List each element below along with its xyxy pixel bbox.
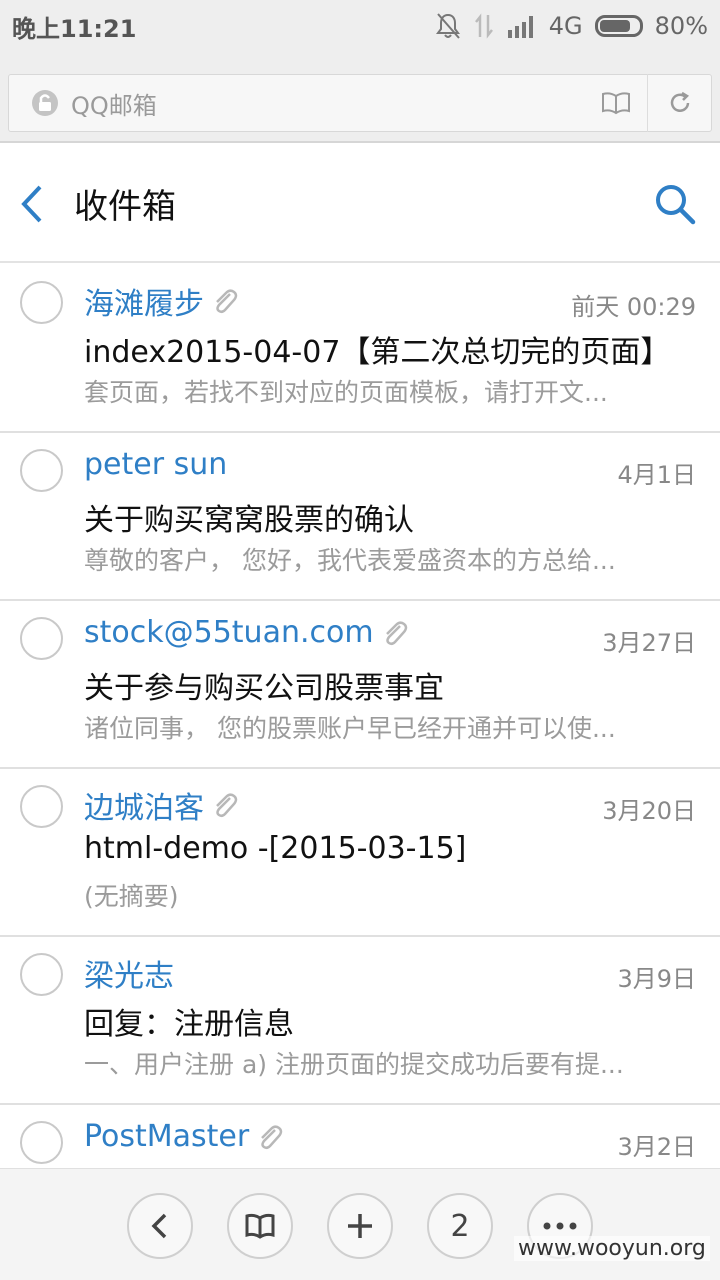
page-title: 收件箱 [74, 187, 176, 227]
status-icons: 4G 80% [435, 12, 708, 40]
mail-item[interactable]: PostMaster 3月2日 [0, 1105, 720, 1168]
status-time: 晚上11:21 [12, 14, 137, 43]
mail-summary: (无摘要) [84, 882, 179, 911]
select-checkbox[interactable] [20, 617, 63, 660]
mail-item[interactable]: 梁光志 3月9日 回复：注册信息 一、用户注册 a) 注册页面的提交成功后要有提… [0, 937, 720, 1105]
mail-item[interactable]: peter sun 4月1日 关于购买窝窝股票的确认 尊敬的客户， 您好，我代表… [0, 433, 720, 601]
battery-percent: 80% [654, 12, 708, 40]
watermark: www.wooyun.org [514, 1236, 710, 1261]
mail-sender: peter sun [84, 447, 228, 482]
back-button[interactable] [127, 1193, 193, 1259]
mail-date: 前天 00:29 [571, 293, 696, 321]
mail-summary: 尊敬的客户， 您好，我代表爱盛资本的方总给... [84, 546, 616, 575]
data-transfer-icon [474, 13, 493, 39]
mail-sender: 海滩履步 [84, 287, 204, 322]
attachment-icon [385, 620, 407, 645]
select-checkbox[interactable] [20, 953, 63, 996]
mail-summary: 套页面，若找不到对应的页面模板，请打开文... [84, 378, 608, 407]
open-book-icon [602, 92, 630, 115]
mail-subject: 关于参与购买公司股票事宜 [84, 671, 444, 706]
mail-date: 3月2日 [617, 1133, 696, 1161]
mail-list: 海滩履步 前天 00:29 index2015-04-07【第二次总切完的页面】… [0, 265, 720, 1168]
reader-mode-button[interactable] [585, 74, 647, 132]
refresh-button[interactable] [647, 74, 711, 132]
chevron-left-icon [151, 1213, 167, 1239]
sender-row: stock@55tuan.com [84, 615, 408, 650]
sender-row: 边城泊客 [84, 783, 238, 827]
browser-bar: QQ邮箱 [0, 52, 720, 142]
book-icon [245, 1213, 275, 1239]
sender-row: 梁光志 [84, 951, 174, 995]
select-checkbox[interactable] [20, 1121, 63, 1164]
mail-sender: 梁光志 [84, 959, 174, 994]
mail-item[interactable]: 海滩履步 前天 00:29 index2015-04-07【第二次总切完的页面】… [0, 265, 720, 433]
new-tab-button[interactable] [327, 1193, 393, 1259]
mail-sender: PostMaster [84, 1119, 250, 1154]
attachment-icon [216, 289, 238, 314]
mail-item[interactable]: 边城泊客 3月20日 html-demo -[2015-03-15] (无摘要) [0, 769, 720, 937]
network-type: 4G [548, 12, 583, 40]
attachment-icon [216, 793, 238, 818]
bookmarks-button[interactable] [227, 1193, 293, 1259]
mail-subject: index2015-04-07【第二次总切完的页面】 [84, 335, 671, 370]
refresh-icon [670, 91, 689, 112]
mail-subject: html-demo -[2015-03-15] [84, 831, 467, 866]
select-checkbox[interactable] [20, 449, 63, 492]
sender-row: PostMaster [84, 1119, 283, 1154]
app-header: 收件箱 [0, 143, 720, 263]
signal-icon [507, 16, 533, 38]
mail-date: 3月20日 [602, 797, 696, 825]
battery-icon [594, 15, 643, 37]
address-bar[interactable]: QQ邮箱 [8, 74, 712, 132]
search-icon[interactable] [652, 181, 698, 227]
plus-icon [348, 1214, 372, 1238]
sender-row: peter sun [84, 447, 227, 482]
more-dots-icon [543, 1222, 577, 1230]
tabs-count-button[interactable]: 2 [427, 1193, 493, 1259]
select-checkbox[interactable] [20, 281, 63, 324]
browser-toolbar: 2 [0, 1168, 720, 1280]
mail-date: 3月9日 [617, 965, 696, 993]
mail-date: 3月27日 [602, 629, 696, 657]
sender-row: 海滩履步 [84, 279, 238, 323]
bell-muted-icon [435, 13, 460, 39]
status-bar: 晚上11:21 4G 80% [0, 0, 720, 52]
select-checkbox[interactable] [20, 785, 63, 828]
attachment-icon [261, 1124, 283, 1149]
tabs-count: 2 [450, 1208, 470, 1244]
mail-subject: 关于购买窝窝股票的确认 [84, 503, 414, 538]
mail-subject: 回复：注册信息 [84, 1007, 294, 1042]
mail-sender: 边城泊客 [84, 791, 204, 826]
mail-item[interactable]: stock@55tuan.com 3月27日 关于参与购买公司股票事宜 诸位同事… [0, 601, 720, 769]
site-title: QQ邮箱 [71, 91, 157, 120]
mail-summary: 诸位同事， 您的股票账户早已经开通并可以使... [84, 714, 616, 743]
battery-level-fill [599, 20, 631, 32]
mail-date: 4月1日 [617, 461, 696, 489]
mail-sender: stock@55tuan.com [84, 615, 374, 650]
mail-summary: 一、用户注册 a) 注册页面的提交成功后要有提... [84, 1050, 624, 1079]
back-arrow-icon[interactable] [14, 181, 54, 227]
lock-icon [32, 90, 58, 116]
